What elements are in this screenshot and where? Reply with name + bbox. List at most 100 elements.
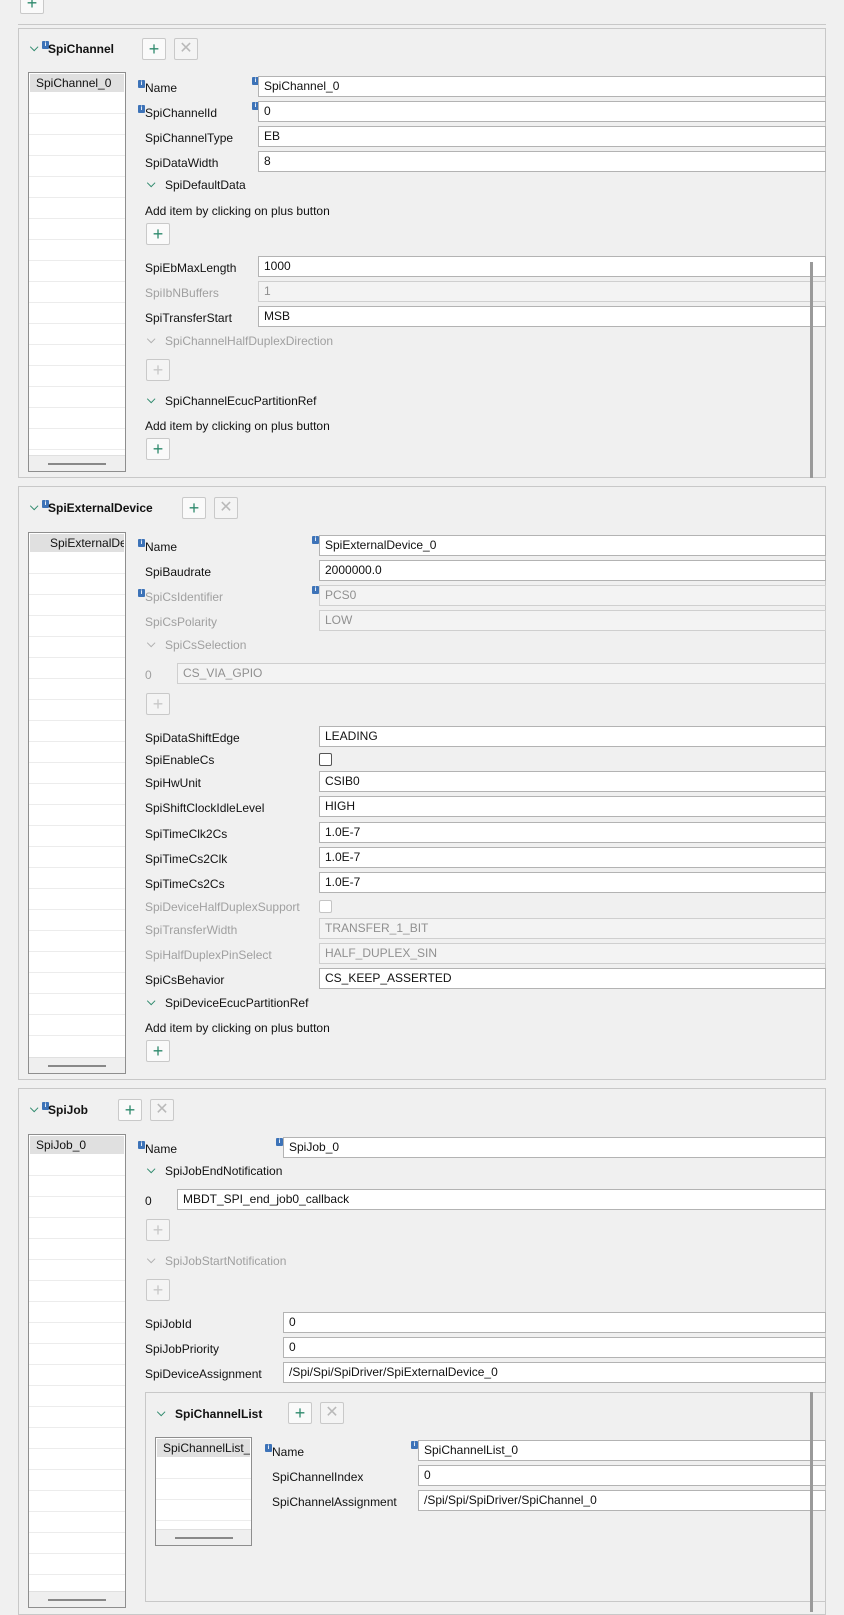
spi-job-priority-field[interactable]: 0	[283, 1337, 826, 1358]
list-row-divider	[29, 407, 125, 408]
list-row-divider	[29, 1238, 125, 1239]
spi-channel-chevron-icon[interactable]: ⌵	[30, 42, 38, 55]
spi-default-data-label: SpiDefaultData	[165, 178, 246, 192]
spi-external-device-list[interactable]: SpiExternalDevice_0	[28, 532, 126, 1074]
spi-channel-type-field[interactable]: EB	[258, 126, 826, 147]
close-icon: ✕	[155, 1101, 169, 1118]
spi-external-device-chevron-icon[interactable]: ⌵	[30, 501, 38, 514]
ecuc-partition-add-hint: Add item by clicking on plus button	[145, 419, 330, 433]
list-row-divider	[29, 428, 125, 429]
list-item-spi-external-device-0[interactable]: SpiExternalDevice_0	[30, 534, 124, 552]
spi-data-width-field[interactable]: 8	[258, 151, 826, 172]
list-row-divider	[29, 197, 125, 198]
list-row-divider	[29, 1196, 125, 1197]
spi-job-start-notification-label: SpiJobStartNotification	[165, 1254, 287, 1268]
list-row-divider	[29, 1553, 125, 1554]
spi-external-device-title: SpiExternalDevice	[48, 501, 153, 515]
spi-channel-list-delete-button[interactable]: ✕	[320, 1402, 344, 1424]
list-scrollbar[interactable]	[29, 1057, 125, 1073]
spi-time-clk2cs-field[interactable]: 1.0E-7	[319, 822, 826, 843]
list-scrollbar[interactable]	[29, 1591, 125, 1607]
spi-job-list[interactable]: SpiJob_0	[28, 1134, 126, 1608]
ecuc-partition-add-button[interactable]: +	[146, 438, 170, 460]
spi-channel-name-field[interactable]: SpiChannel_0	[258, 76, 826, 97]
spi-baudrate-field[interactable]: 2000000.0	[319, 560, 826, 581]
spi-channel-list-chevron-icon[interactable]: ⌵	[157, 1407, 165, 1420]
spi-job-delete-button[interactable]: ✕	[150, 1099, 174, 1121]
spi-eb-max-length-field[interactable]: 1000	[258, 256, 826, 277]
spi-transfer-start-field[interactable]: MSB	[258, 306, 826, 327]
list-row-divider	[29, 218, 125, 219]
spi-shift-clock-idle-field[interactable]: HIGH	[319, 796, 826, 817]
spi-half-duplex-support-label: SpiDeviceHalfDuplexSupport	[145, 900, 300, 914]
job-end-notification-chevron-icon[interactable]: ⌵	[147, 1164, 155, 1177]
ecuc-partition-ref-chevron-icon[interactable]: ⌵	[147, 394, 155, 407]
spi-cs-behavior-field[interactable]: CS_KEEP_ASSERTED	[319, 968, 826, 989]
spi-channel-list-name-field[interactable]: SpiChannelList_0	[418, 1440, 826, 1461]
list-row-divider	[29, 993, 125, 994]
top-add-button[interactable]: +	[20, 0, 44, 14]
list-row-divider	[29, 1385, 125, 1386]
plus-icon: +	[152, 224, 164, 244]
spi-hw-unit-field[interactable]: CSIB0	[319, 771, 826, 792]
spi-time-cs2cs-label: SpiTimeCs2Cs	[145, 877, 225, 891]
list-row-divider	[29, 176, 125, 177]
default-data-add-button[interactable]: +	[146, 223, 170, 245]
spi-external-device-add-button[interactable]: +	[182, 497, 206, 519]
info-icon: i	[138, 80, 145, 88]
job-panel-scrollbar[interactable]	[810, 1392, 813, 1612]
spi-channel-id-field[interactable]: 0	[258, 101, 826, 122]
info-icon: i	[312, 586, 319, 594]
list-item-spi-job-0[interactable]: SpiJob_0	[30, 1136, 124, 1154]
spi-channel-list-add-button[interactable]: +	[288, 1402, 312, 1424]
spi-device-assignment-field[interactable]: /Spi/Spi/SpiDriver/SpiExternalDevice_0	[283, 1362, 826, 1383]
list-scrollbar[interactable]	[156, 1529, 251, 1545]
list-row-divider	[29, 678, 125, 679]
spi-data-shift-edge-field[interactable]: LEADING	[319, 726, 826, 747]
spi-channel-add-button[interactable]: +	[142, 38, 166, 60]
list-row-divider	[156, 1478, 251, 1479]
device-ecuc-partition-chevron-icon[interactable]: ⌵	[147, 996, 155, 1009]
spi-external-device-delete-button[interactable]: ✕	[214, 497, 238, 519]
spi-job-chevron-icon[interactable]: ⌵	[30, 1103, 38, 1116]
list-row-divider	[29, 1511, 125, 1512]
plus-icon: +	[26, 0, 38, 13]
info-icon: i	[411, 1441, 418, 1449]
default-data-chevron-icon[interactable]: ⌵	[147, 178, 155, 191]
spi-job-id-field[interactable]: 0	[283, 1312, 826, 1333]
spi-channel-assignment-field[interactable]: /Spi/Spi/SpiDriver/SpiChannel_0	[418, 1490, 826, 1511]
end-notification-field[interactable]: MBDT_SPI_end_job0_callback	[177, 1189, 826, 1210]
list-row-divider	[29, 1469, 125, 1470]
spi-job-add-button[interactable]: +	[118, 1099, 142, 1121]
spi-external-device-name-field[interactable]: SpiExternalDevice_0	[319, 535, 826, 556]
spi-time-cs2clk-field[interactable]: 1.0E-7	[319, 847, 826, 868]
spi-channel-list-list[interactable]: SpiChannelList_0	[155, 1437, 252, 1546]
list-row-divider	[29, 846, 125, 847]
list-row-divider	[29, 1280, 125, 1281]
list-scrollbar[interactable]	[29, 455, 125, 471]
list-row-divider	[29, 636, 125, 637]
spi-time-clk2cs-label: SpiTimeClk2Cs	[145, 827, 228, 841]
spi-time-cs2cs-field[interactable]: 1.0E-7	[319, 872, 826, 893]
list-row-divider	[29, 1322, 125, 1323]
spi-channel-index-field[interactable]: 0	[418, 1465, 826, 1486]
spi-enable-cs-checkbox[interactable]	[319, 753, 332, 766]
spi-job-name-field[interactable]: SpiJob_0	[283, 1137, 826, 1158]
half-duplex-direction-label: SpiChannelHalfDuplexDirection	[165, 334, 334, 348]
spi-channel-delete-button[interactable]: ✕	[174, 38, 198, 60]
list-item-spi-channel-list-0[interactable]: SpiChannelList_0	[157, 1439, 250, 1457]
spi-baudrate-label: SpiBaudrate	[145, 565, 212, 579]
list-row-divider	[29, 1301, 125, 1302]
list-item-spi-channel-0[interactable]: SpiChannel_0	[30, 74, 124, 92]
cs-selection-field: CS_VIA_GPIO	[177, 663, 826, 684]
info-icon: i	[276, 1138, 283, 1146]
spi-channel-list[interactable]: SpiChannel_0	[28, 72, 126, 472]
plus-icon: +	[152, 360, 164, 380]
spi-channel-list-title: SpiChannelList	[175, 1407, 263, 1421]
spi-cs-polarity-field: LOW	[319, 610, 826, 631]
list-row-divider	[29, 573, 125, 574]
list-row-divider	[29, 762, 125, 763]
channel-panel-scrollbar[interactable]	[810, 262, 813, 478]
half-duplex-direction-chevron-icon: ⌵	[147, 334, 156, 346]
device-ecuc-add-button[interactable]: +	[146, 1040, 170, 1062]
